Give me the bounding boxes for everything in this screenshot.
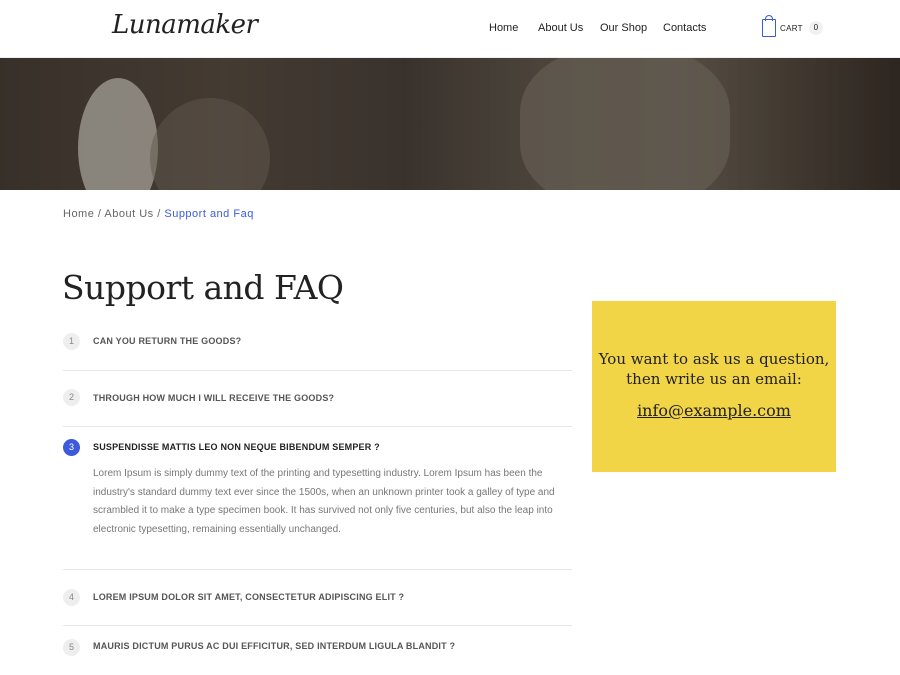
breadcrumb-home[interactable]: Home (63, 208, 94, 220)
faq-number: 2 (63, 389, 80, 406)
contact-box: You want to ask us a question, then writ… (592, 301, 836, 472)
contact-text: You want to ask us a question, then writ… (592, 349, 836, 389)
contact-line-2: then write us an email: (626, 370, 802, 388)
hero-banner (0, 58, 900, 190)
breadcrumb-separator: / (97, 208, 102, 220)
cart-count-badge: 0 (808, 21, 823, 35)
nav-our-shop[interactable]: Our Shop (600, 22, 647, 34)
contact-email-link[interactable]: info@example.com (592, 401, 836, 420)
faq-question[interactable]: LOREM IPSUM DOLOR SIT AMET, CONSECTETUR … (93, 592, 404, 602)
faq-question[interactable]: MAURIS DICTUM PURUS AC DUI EFFICITUR, SE… (93, 641, 455, 651)
faq-number: 5 (63, 639, 80, 656)
faq-number-active: 3 (63, 439, 80, 456)
faq-answer: Lorem Ipsum is simply dummy text of the … (93, 468, 555, 535)
breadcrumb: Home / About Us / Support and Faq (63, 208, 254, 220)
faq-number: 1 (63, 333, 80, 350)
shopping-bag-icon (762, 15, 776, 37)
hero-overlay (0, 58, 900, 190)
cart-button[interactable]: CART 0 (762, 15, 823, 38)
nav-about-us[interactable]: About Us (538, 22, 583, 34)
breadcrumb-current: Support and Faq (164, 208, 254, 220)
nav-contacts[interactable]: Contacts (663, 22, 706, 34)
contact-line-1: You want to ask us a question, (598, 350, 830, 368)
divider (63, 569, 572, 570)
divider (63, 625, 572, 626)
divider (63, 370, 572, 371)
faq-question[interactable]: THROUGH HOW MUCH I WILL RECEIVE THE GOOD… (93, 393, 334, 403)
faq-question[interactable]: SUSPENDISSE MATTIS LEO NON NEQUE BIBENDU… (93, 442, 380, 452)
nav-home[interactable]: Home (489, 22, 518, 34)
site-header: Lunamaker Home About Us Our Shop Contact… (0, 0, 900, 58)
divider (63, 426, 572, 427)
faq-number: 4 (63, 589, 80, 606)
breadcrumb-separator: / (157, 208, 161, 220)
page-title: Support and FAQ (62, 268, 344, 307)
breadcrumb-about[interactable]: About Us (104, 208, 153, 220)
logo[interactable]: Lunamaker (112, 10, 258, 40)
cart-label: CART (780, 23, 803, 33)
faq-question[interactable]: CAN YOU RETURN THE GOODS? (93, 336, 241, 346)
